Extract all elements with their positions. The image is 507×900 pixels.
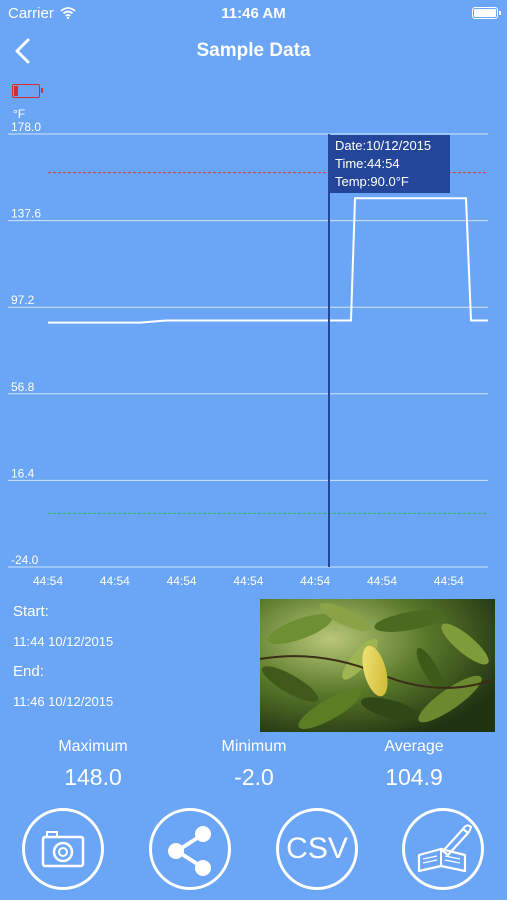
y-tick-label: -24.0 (11, 553, 39, 567)
x-tick-label: 44:54 (233, 574, 263, 588)
chart-tooltip: Date:10/12/2015 Time:44:54 Temp:90.0°F (329, 135, 450, 193)
status-bar: Carrier 11:46 AM (0, 0, 507, 28)
minimum-value: -2.0 (234, 764, 274, 790)
tooltip-time: Time:44:54 (335, 156, 400, 171)
tooltip-temp: Temp:90.0°F (335, 174, 409, 189)
x-tick-label: 44:54 (300, 574, 330, 588)
x-tick-label: 44:54 (434, 574, 464, 588)
x-tick-label: 44:54 (33, 574, 63, 588)
camera-icon (41, 831, 85, 868)
status-time: 11:46 AM (221, 5, 286, 22)
maximum-value: 148.0 (64, 764, 122, 790)
share-icon (168, 826, 211, 876)
camera-button[interactable] (22, 808, 104, 890)
end-label: End: (13, 663, 44, 680)
y-tick-label: 56.8 (11, 380, 35, 394)
share-button[interactable] (149, 808, 231, 890)
y-tick-label: 97.2 (11, 293, 35, 307)
temperature-line (48, 197, 488, 324)
csv-export-button[interactable]: CSV (276, 808, 358, 890)
average-label: Average (384, 738, 444, 755)
end-value: 11:46 10/12/2015 (13, 694, 114, 709)
minimum-label: Minimum (221, 738, 287, 755)
notebook-pen-icon (417, 824, 473, 873)
x-tick-label: 44:54 (367, 574, 397, 588)
tooltip-date: Date:10/12/2015 (335, 138, 432, 153)
page-title: Sample Data (196, 40, 311, 61)
sample-photo[interactable] (260, 599, 495, 732)
average-value: 104.9 (385, 764, 443, 790)
y-tick-label: 178.0 (11, 120, 41, 134)
maximum-label: Maximum (58, 738, 128, 755)
x-tick-label: 44:54 (167, 574, 197, 588)
unit-label: °F (13, 107, 26, 121)
x-tick-label: 44:54 (100, 574, 130, 588)
device-battery-icon (12, 84, 43, 98)
y-tick-label: 137.6 (11, 207, 41, 221)
nav-bar: Sample Data (0, 28, 507, 74)
battery-icon (472, 7, 501, 19)
start-label: Start: (13, 603, 49, 620)
start-value: 11:44 10/12/2015 (13, 634, 114, 649)
csv-label: CSV (286, 832, 348, 865)
notes-button[interactable] (402, 808, 484, 890)
y-tick-label: 16.4 (11, 466, 35, 480)
